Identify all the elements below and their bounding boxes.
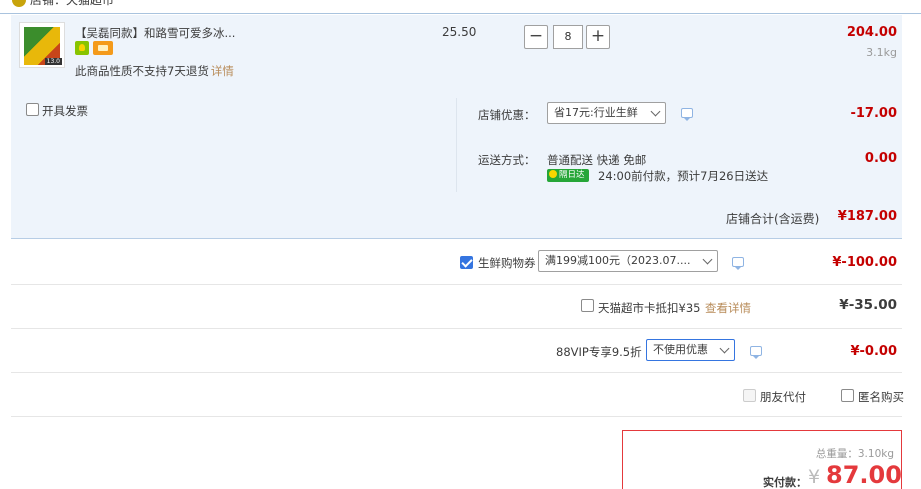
shipping-amount: 0.00 (864, 151, 897, 166)
vip-discount-value: 不使用优惠 (653, 343, 708, 356)
shop-header: 店铺：天猫超市 (0, 0, 921, 14)
unit-price: 25.50 (442, 25, 477, 39)
friend-pay-label[interactable]: 朋友代付 (760, 389, 806, 405)
message-icon[interactable] (750, 346, 762, 359)
row-divider (11, 416, 902, 417)
shop-icon (12, 0, 26, 7)
card-icon (93, 41, 113, 55)
store-total-amount: ¥187.00 (837, 209, 897, 224)
product-badges (75, 41, 113, 55)
tmall-card-label[interactable]: 天猫超市卡抵扣¥35 (598, 300, 700, 316)
store-discount-select[interactable]: 省17元:行业生鲜 (547, 102, 666, 124)
view-details-link[interactable]: 查看详情 (705, 300, 751, 316)
coupon-amount: ¥-100.00 (832, 255, 897, 270)
quantity-input[interactable]: 8 (553, 25, 583, 49)
shipping-label: 运送方式： (478, 153, 536, 167)
chevron-down-icon (650, 106, 661, 117)
invoice-label[interactable]: 开具发票 (42, 103, 88, 119)
store-total-label: 店铺合计(含运费) (726, 212, 820, 226)
clock-icon (549, 170, 557, 178)
row-divider (11, 328, 902, 329)
options-divider (456, 98, 457, 192)
chevron-down-icon (702, 254, 713, 265)
tmall-card-amount: ¥-35.00 (839, 297, 897, 313)
delivery-estimate: 24:00前付款，预计7月26日送达 (598, 169, 769, 183)
coupon-checkbox[interactable] (460, 256, 473, 269)
item-subtotal: 204.00 (846, 25, 897, 40)
anonymous-label[interactable]: 匿名购买 (858, 389, 904, 405)
increase-quantity-button[interactable]: + (586, 25, 610, 49)
invoice-checkbox[interactable] (26, 103, 39, 116)
fresh-icon (75, 41, 89, 55)
shipping-method: 普通配送 快递 免邮 (547, 153, 647, 167)
vip-discount-select[interactable]: 不使用优惠 (646, 339, 735, 361)
item-weight: 3.1kg (866, 46, 897, 59)
product-image-badge: 13.0 (44, 58, 62, 65)
coupon-label[interactable]: 生鲜购物券 (478, 255, 536, 271)
next-day-text: 隔日达 (559, 170, 585, 180)
next-day-badge: 隔日达 (547, 168, 589, 182)
chevron-down-icon (719, 343, 730, 354)
details-link[interactable]: 详情 (211, 64, 234, 78)
currency-symbol: ¥ (808, 466, 821, 488)
vip-amount: ¥-0.00 (850, 344, 897, 359)
return-policy-note: 此商品性质不支持7天退货 详情 (75, 63, 234, 79)
pay-amount: 87.00 (826, 461, 902, 489)
vip-label: 88VIP专享9.5折 (556, 345, 642, 359)
pay-label: 实付款： (763, 476, 807, 489)
return-policy-text: 此商品性质不支持7天退货 (75, 64, 209, 78)
message-icon[interactable] (681, 108, 693, 121)
shop-name[interactable]: 店铺：天猫超市 (30, 0, 114, 8)
row-divider (11, 372, 902, 373)
product-title[interactable]: 【吴磊同款】和路雪可爱多冰... (75, 25, 235, 41)
coupon-select[interactable]: 满199减100元（2023.07.... (538, 250, 718, 272)
row-divider (11, 284, 902, 285)
tmall-card-checkbox[interactable] (581, 299, 594, 312)
friend-pay-checkbox[interactable] (743, 389, 756, 402)
store-discount-label: 店铺优惠： (478, 108, 536, 122)
coupon-value: 满199减100元（2023.07.... (545, 254, 691, 267)
store-discount-value: 省17元:行业生鲜 (554, 106, 638, 119)
next-day-tag: 隔日达 (547, 169, 589, 182)
anonymous-checkbox[interactable] (841, 389, 854, 402)
product-thumbnail[interactable]: 13.0 (19, 22, 65, 68)
store-discount-amount: -17.00 (850, 106, 897, 121)
message-icon[interactable] (732, 257, 744, 270)
decrease-quantity-button[interactable]: − (524, 25, 548, 49)
total-weight: 总重量：3.10kg (815, 448, 894, 460)
